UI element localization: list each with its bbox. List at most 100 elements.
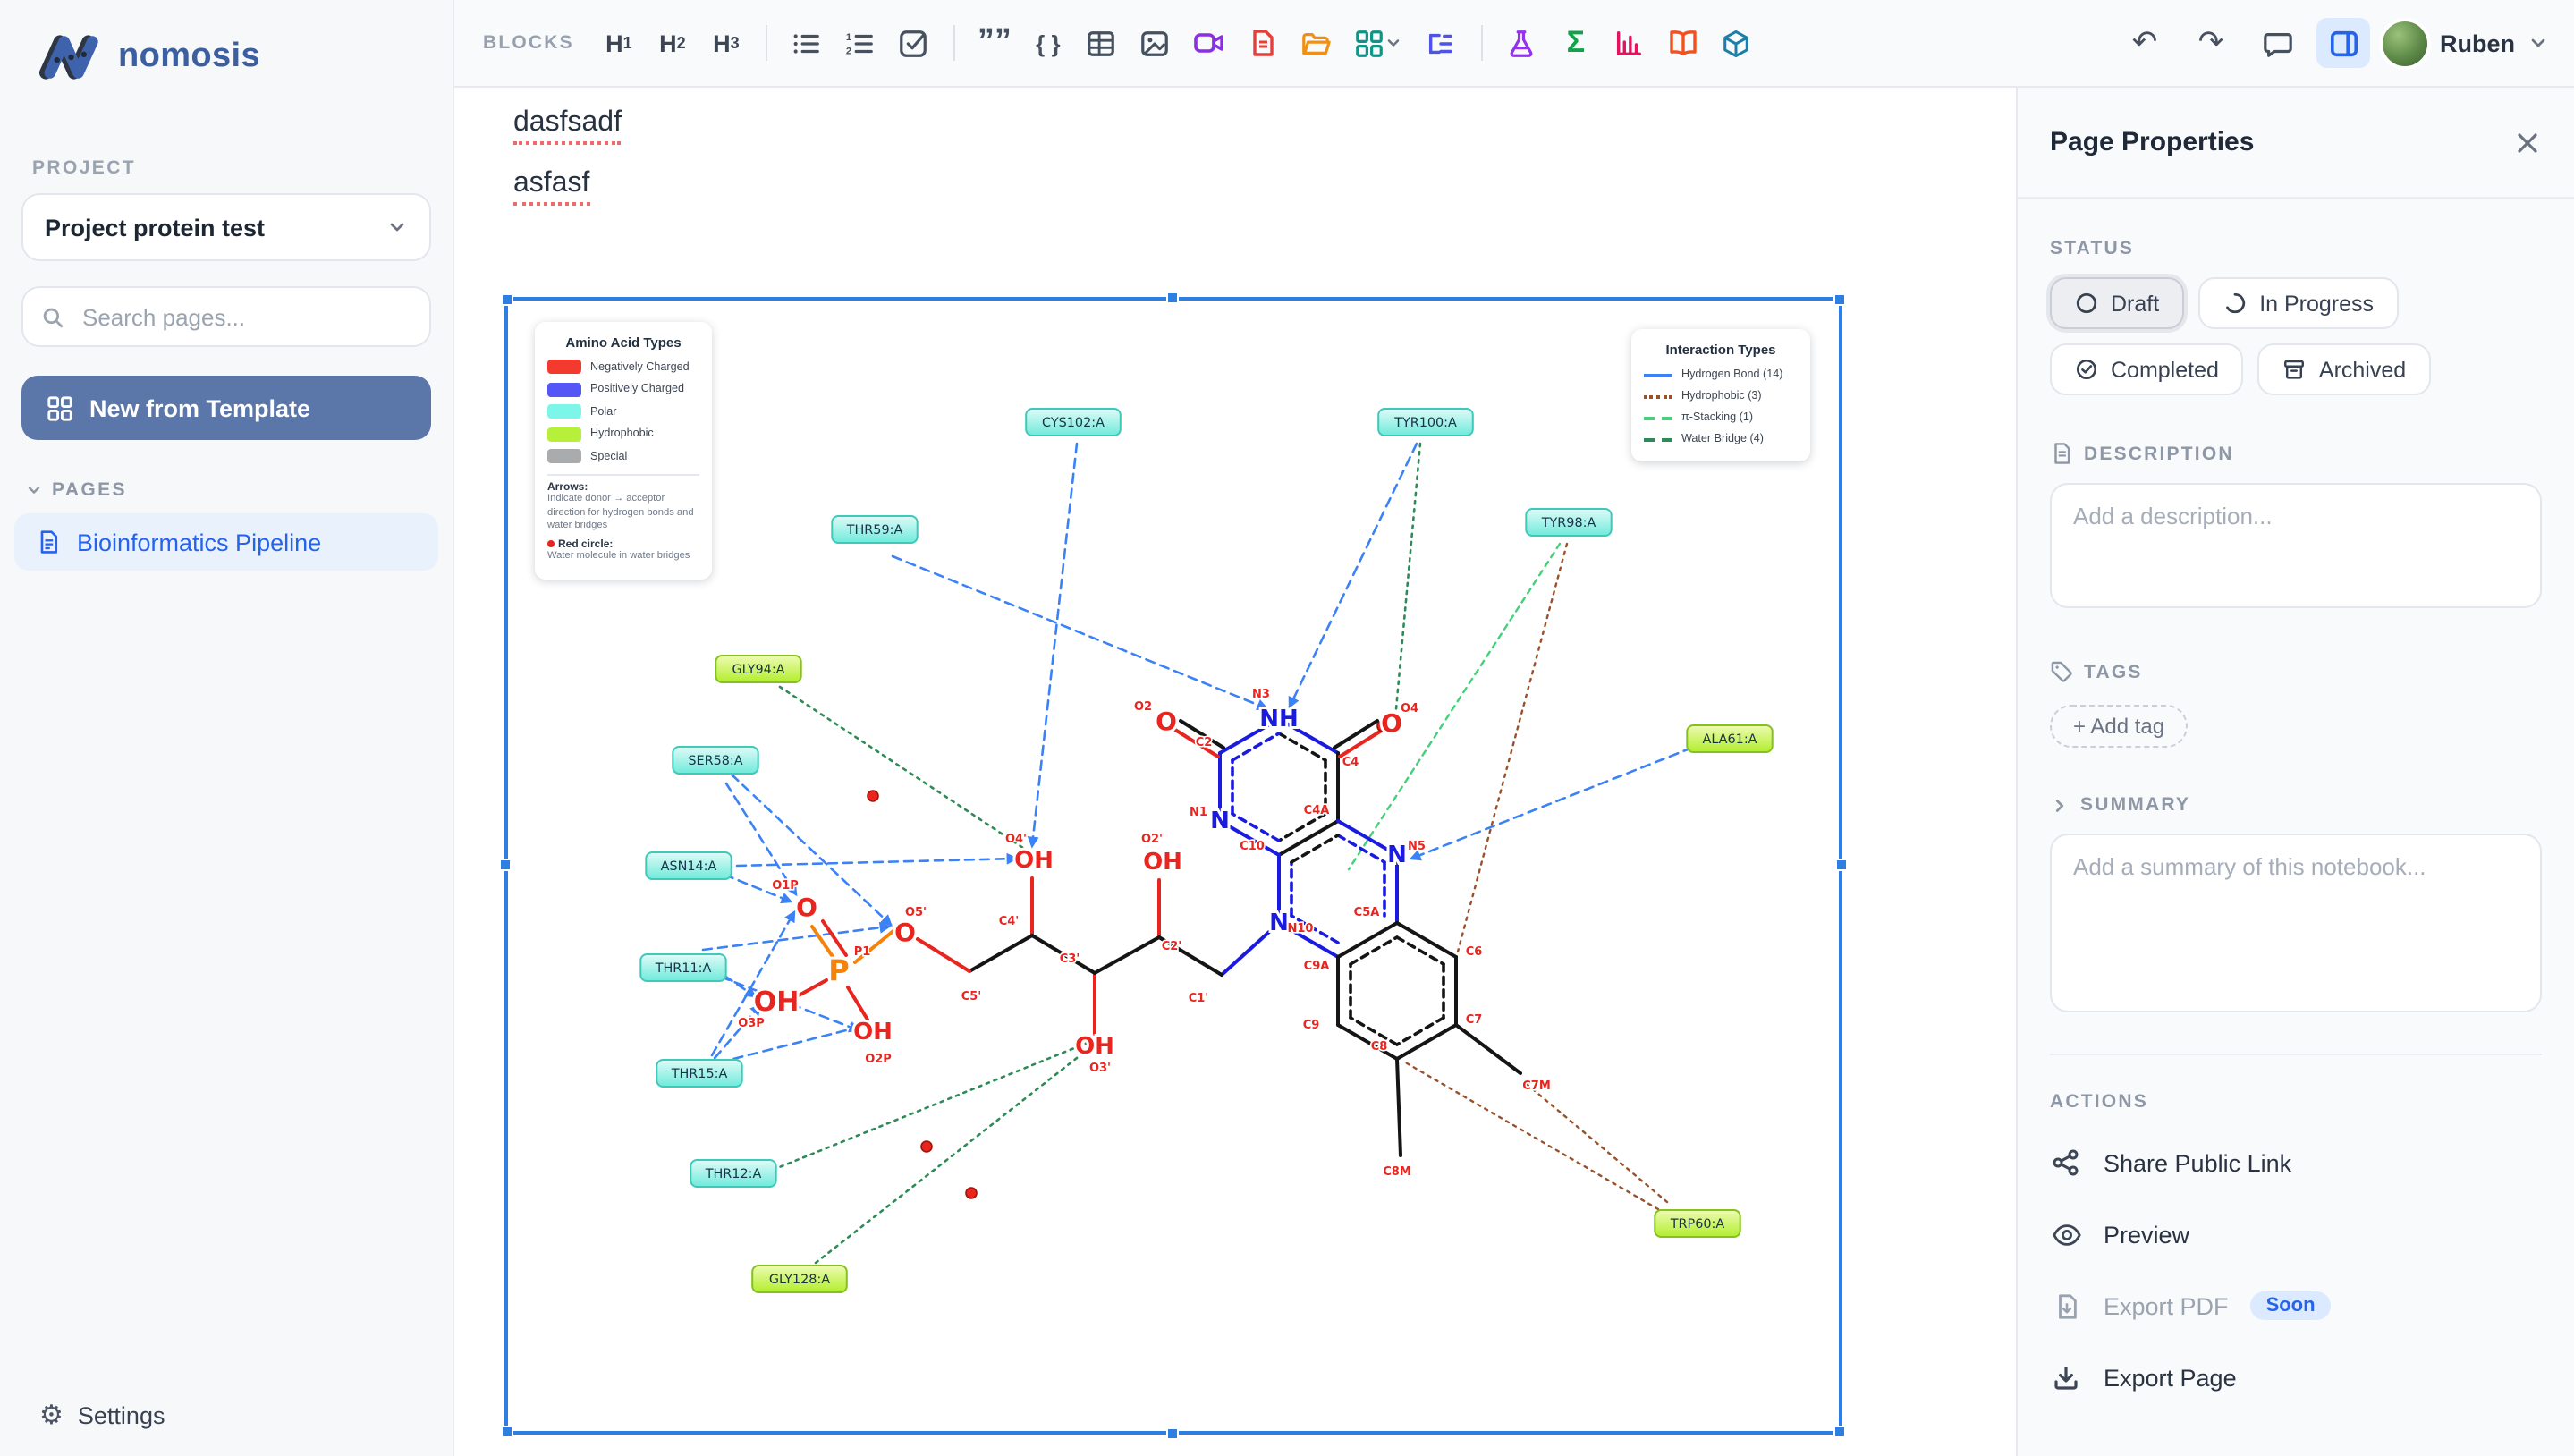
summary-textarea[interactable] [2050, 834, 2542, 1012]
pdf-block-button[interactable] [1236, 18, 1290, 68]
hydrogen-bond-line [726, 783, 796, 894]
legend-line-swatch [1644, 394, 1672, 398]
status-completed-button[interactable]: Completed [2050, 343, 2244, 395]
video-block-button[interactable] [1182, 18, 1236, 68]
hydrophobic-line [1458, 544, 1567, 952]
export-pdf-button[interactable]: Export PDF Soon [2050, 1270, 2542, 1342]
resize-handle-w[interactable] [499, 859, 512, 871]
atom-label: O2' [1141, 833, 1163, 846]
file-download-icon [2050, 1292, 2082, 1319]
properties-panel-toggle[interactable] [2316, 18, 2370, 68]
reference-book-button[interactable] [1656, 18, 1710, 68]
residue-box: GLY94:A [715, 656, 800, 682]
project-select[interactable]: Project protein test [21, 193, 431, 261]
experiment-flask-button[interactable] [1495, 18, 1549, 68]
editor-canvas[interactable]: dasfsadf asfasf NHNNNOOOHOHOHOPOOHOHN3C2… [454, 88, 2016, 1456]
blocks-grid-button[interactable] [1343, 18, 1415, 68]
legend-swatch [547, 360, 581, 374]
paragraph[interactable]: asfasf [513, 168, 589, 206]
legend-swatch [547, 404, 581, 419]
numbered-list-button[interactable]: 12 [834, 18, 887, 68]
residue-box: TRP60:A [1655, 1210, 1740, 1237]
pi-stacking-line [1349, 544, 1560, 869]
summary-section-label[interactable]: SUMMARY [2050, 794, 2542, 816]
atom-label: C9 [1303, 1019, 1320, 1032]
atom-symbol: NH [1259, 706, 1299, 732]
bond [1397, 1059, 1401, 1155]
resize-handle-se[interactable] [1833, 1426, 1846, 1438]
user-avatar[interactable] [2383, 21, 2427, 65]
atom-label: C9A [1304, 960, 1330, 973]
comments-button[interactable] [2250, 18, 2304, 68]
share-public-link-button[interactable]: Share Public Link [2050, 1127, 2542, 1198]
formula-sigma-button[interactable]: Σ [1549, 18, 1603, 68]
selected-image-block[interactable]: NHNNNOOOHOHOHOPOOHOHN3C2N1C10C4AC4O2O4N5… [508, 301, 1839, 1431]
resize-handle-ne[interactable] [1833, 293, 1846, 306]
legend-swatch [547, 449, 581, 463]
atom-label: C4A [1304, 804, 1330, 817]
outline-tree-button[interactable] [1415, 18, 1469, 68]
add-tag-button[interactable]: + Add tag [2050, 705, 2188, 748]
resize-handle-n[interactable] [1166, 292, 1179, 304]
model-cube-button[interactable] [1710, 18, 1764, 68]
bullet-list-button[interactable] [780, 18, 834, 68]
chevron-right-icon [2050, 795, 2070, 815]
resize-handle-s[interactable] [1166, 1427, 1179, 1440]
close-icon[interactable] [2513, 128, 2542, 157]
image-block-button[interactable] [1129, 18, 1182, 68]
redo-button[interactable]: ↷ [2184, 18, 2238, 68]
residue-box: GLY128:A [752, 1266, 847, 1292]
preview-button[interactable]: Preview [2050, 1198, 2542, 1270]
atom-label: C6 [1466, 945, 1483, 959]
sidebar-item-bioinformatics-pipeline[interactable]: Bioinformatics Pipeline [14, 513, 438, 571]
page-item-label: Bioinformatics Pipeline [77, 529, 321, 555]
atom-symbol: N [1387, 842, 1407, 868]
document-icon [2050, 442, 2073, 465]
eye-icon [2050, 1219, 2082, 1249]
paragraph[interactable]: dasfsadf [513, 107, 622, 145]
undo-button[interactable]: ↶ [2118, 18, 2172, 68]
search-pages-input[interactable] [79, 301, 411, 332]
resize-handle-nw[interactable] [501, 293, 513, 306]
chart-block-button[interactable] [1603, 18, 1656, 68]
arrows-note-text: Indicate donor → acceptor direction for … [547, 494, 699, 534]
heading3-button[interactable]: H3 [699, 18, 753, 68]
resize-handle-sw[interactable] [501, 1426, 513, 1438]
settings-button[interactable]: ⚙ Settings [39, 1399, 165, 1431]
quote-block-button[interactable]: ”” [968, 18, 1021, 68]
resize-handle-e[interactable] [1835, 859, 1848, 871]
pages-section-toggle[interactable]: PAGES [25, 479, 453, 501]
new-from-template-button[interactable]: New from Template [21, 376, 431, 440]
bond [1351, 937, 1397, 964]
atom-label: C1' [1189, 992, 1209, 1005]
bond [1397, 1018, 1444, 1045]
bond [1291, 835, 1338, 862]
atom-symbol: OH [1075, 1033, 1114, 1060]
search-pages-box[interactable] [21, 286, 431, 347]
task-list-button[interactable] [887, 18, 941, 68]
code-block-button[interactable]: { } [1021, 18, 1075, 68]
atom-label: O3' [1089, 1062, 1111, 1075]
atom-label: O2P [865, 1053, 892, 1066]
atom-symbol: N [1210, 808, 1230, 834]
bond [1232, 814, 1279, 841]
amino-acid-legend: Amino Acid Types Negatively ChargedPosit… [535, 322, 712, 580]
status-in-progress-button[interactable]: In Progress [2198, 277, 2399, 329]
atom-symbol: O [894, 918, 916, 947]
heading2-button[interactable]: H2 [646, 18, 699, 68]
atom-label: P1 [854, 945, 871, 959]
atom-label: C4' [999, 915, 1020, 928]
red-circle-note-title: Red circle: [547, 539, 699, 550]
chevron-down-icon[interactable] [2527, 32, 2549, 54]
folder-block-button[interactable] [1290, 18, 1343, 68]
atom-symbol: O [1156, 707, 1177, 736]
water-dot-icon [547, 540, 555, 547]
heading1-button[interactable]: H1 [592, 18, 646, 68]
description-section-label: DESCRIPTION [2050, 442, 2542, 465]
interaction-legend-title: Interaction Types [1644, 342, 1798, 358]
table-block-button[interactable] [1075, 18, 1129, 68]
export-page-button[interactable]: Export Page [2050, 1342, 2542, 1413]
status-draft-button[interactable]: Draft [2050, 277, 2184, 329]
description-textarea[interactable] [2050, 483, 2542, 608]
status-archived-button[interactable]: Archived [2258, 343, 2431, 395]
